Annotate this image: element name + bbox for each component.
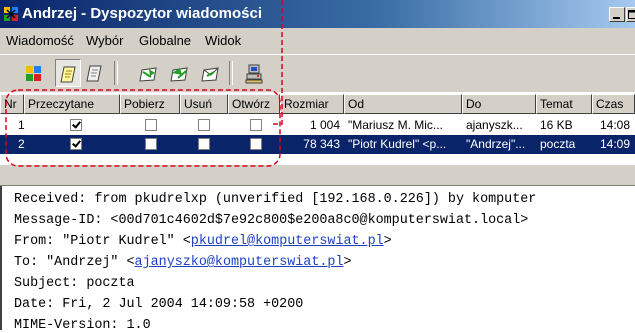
pane-splitter[interactable] bbox=[0, 164, 635, 186]
fetch-mail-icon bbox=[23, 63, 45, 85]
envelope-arrow-icon bbox=[138, 63, 160, 85]
column-time[interactable]: Czas bbox=[592, 94, 635, 114]
table-row-selected[interactable]: 2 78 343 "Piotr Kudrel" <p... "Andrzej".… bbox=[0, 135, 635, 154]
from-suffix: > bbox=[384, 234, 392, 249]
column-download[interactable]: Pobierz bbox=[120, 94, 180, 114]
header-from: From: "Piotr Kudrel" <pkudrel@komputersw… bbox=[14, 234, 392, 249]
mark-delete-button[interactable] bbox=[166, 59, 192, 87]
row-from: "Piotr Kudrel" <p... bbox=[348, 137, 460, 152]
header-message-id: Message-ID: <00d701c4602d$7e92c800$e200a… bbox=[14, 213, 528, 228]
delete-checkbox[interactable] bbox=[198, 138, 210, 150]
row-size: 78 343 bbox=[298, 137, 340, 152]
download-checkbox[interactable] bbox=[145, 138, 157, 150]
read-filter-button[interactable] bbox=[82, 59, 108, 87]
maximize-icon bbox=[627, 8, 635, 21]
page-grey-icon bbox=[85, 63, 105, 85]
envelope-open-icon bbox=[200, 63, 222, 85]
toolbar-separator bbox=[114, 61, 118, 85]
page-yellow-icon bbox=[59, 64, 79, 86]
column-delete[interactable]: Usuń bbox=[180, 94, 228, 114]
from-email-link[interactable]: pkudrel@komputerswiat.pl bbox=[191, 234, 384, 249]
computer-icon bbox=[243, 63, 265, 85]
to-prefix: To: "Andrzej" < bbox=[14, 255, 135, 270]
row-time: 14:09 bbox=[600, 137, 630, 152]
column-subject[interactable]: Temat bbox=[536, 94, 592, 114]
header-mime: MIME-Version: 1.0 bbox=[14, 318, 151, 333]
menu-globalne[interactable]: Globalne bbox=[139, 33, 191, 48]
mark-open-button[interactable] bbox=[197, 59, 223, 87]
app-window: Andrzej - Dyspozytor wiadomości Wiadomoś… bbox=[0, 0, 635, 330]
row-subject: 16 KB bbox=[540, 118, 590, 133]
unread-filter-button[interactable] bbox=[55, 59, 81, 87]
row-size: 1 004 bbox=[298, 118, 340, 133]
column-from[interactable]: Od bbox=[344, 94, 462, 114]
to-suffix: > bbox=[343, 255, 351, 270]
read-checkbox[interactable] bbox=[70, 119, 82, 131]
row-to: "Andrzej"... bbox=[466, 137, 534, 152]
open-checkbox[interactable] bbox=[250, 138, 262, 150]
menu-wybor[interactable]: Wybór bbox=[86, 33, 123, 48]
title-bar[interactable]: Andrzej - Dyspozytor wiadomości bbox=[0, 0, 635, 28]
window-title: Andrzej - Dyspozytor wiadomości bbox=[22, 5, 262, 22]
row-from: "Mariusz M. Mic... bbox=[348, 118, 460, 133]
menu-wiadomosc[interactable]: Wiadomość bbox=[6, 33, 74, 48]
minimize-icon bbox=[610, 8, 624, 21]
header-subject: Subject: poczta bbox=[14, 276, 135, 291]
maximize-button[interactable] bbox=[626, 7, 635, 22]
column-size[interactable]: Rozmiar bbox=[280, 94, 344, 114]
row-nr: 1 bbox=[18, 118, 25, 133]
column-open[interactable]: Otwórz bbox=[228, 94, 280, 114]
app-icon bbox=[3, 6, 19, 22]
row-subject: poczta bbox=[540, 137, 590, 152]
header-received: Received: from pkudrelxp (unverified [19… bbox=[14, 192, 536, 207]
menu-bar: Wiadomość Wybór Globalne Widok bbox=[0, 29, 635, 53]
from-prefix: From: "Piotr Kudrel" < bbox=[14, 234, 191, 249]
message-source-pane[interactable]: Received: from pkudrelxp (unverified [19… bbox=[0, 186, 635, 330]
column-nr[interactable]: Nr bbox=[0, 94, 24, 114]
message-list: Nr Przeczytane Pobierz Usuń Otwórz Rozmi… bbox=[0, 92, 635, 164]
table-row[interactable]: 1 1 004 "Mariusz M. Mic... ajanyszk... 1… bbox=[0, 116, 635, 135]
read-checkbox[interactable] bbox=[70, 138, 82, 150]
delete-checkbox[interactable] bbox=[198, 119, 210, 131]
envelope-green-icon bbox=[169, 63, 191, 85]
row-nr: 2 bbox=[18, 137, 25, 152]
menu-widok[interactable]: Widok bbox=[205, 33, 241, 48]
open-checkbox[interactable] bbox=[250, 119, 262, 131]
fetch-mail-button[interactable] bbox=[20, 59, 46, 87]
minimize-button[interactable] bbox=[609, 7, 625, 22]
header-date: Date: Fri, 2 Jul 2004 14:09:58 +0200 bbox=[14, 297, 303, 312]
toolbar bbox=[0, 54, 635, 93]
mark-download-button[interactable] bbox=[135, 59, 161, 87]
column-to[interactable]: Do bbox=[462, 94, 536, 114]
row-to: ajanyszk... bbox=[466, 118, 534, 133]
column-read[interactable]: Przeczytane bbox=[24, 94, 120, 114]
to-email-link[interactable]: ajanyszko@komputerswiat.pl bbox=[135, 255, 344, 270]
row-time: 14:08 bbox=[600, 118, 630, 133]
toolbar-separator bbox=[229, 61, 233, 85]
download-checkbox[interactable] bbox=[145, 119, 157, 131]
header-to: To: "Andrzej" <ajanyszko@komputerswiat.p… bbox=[14, 255, 352, 270]
process-button[interactable] bbox=[240, 59, 266, 87]
